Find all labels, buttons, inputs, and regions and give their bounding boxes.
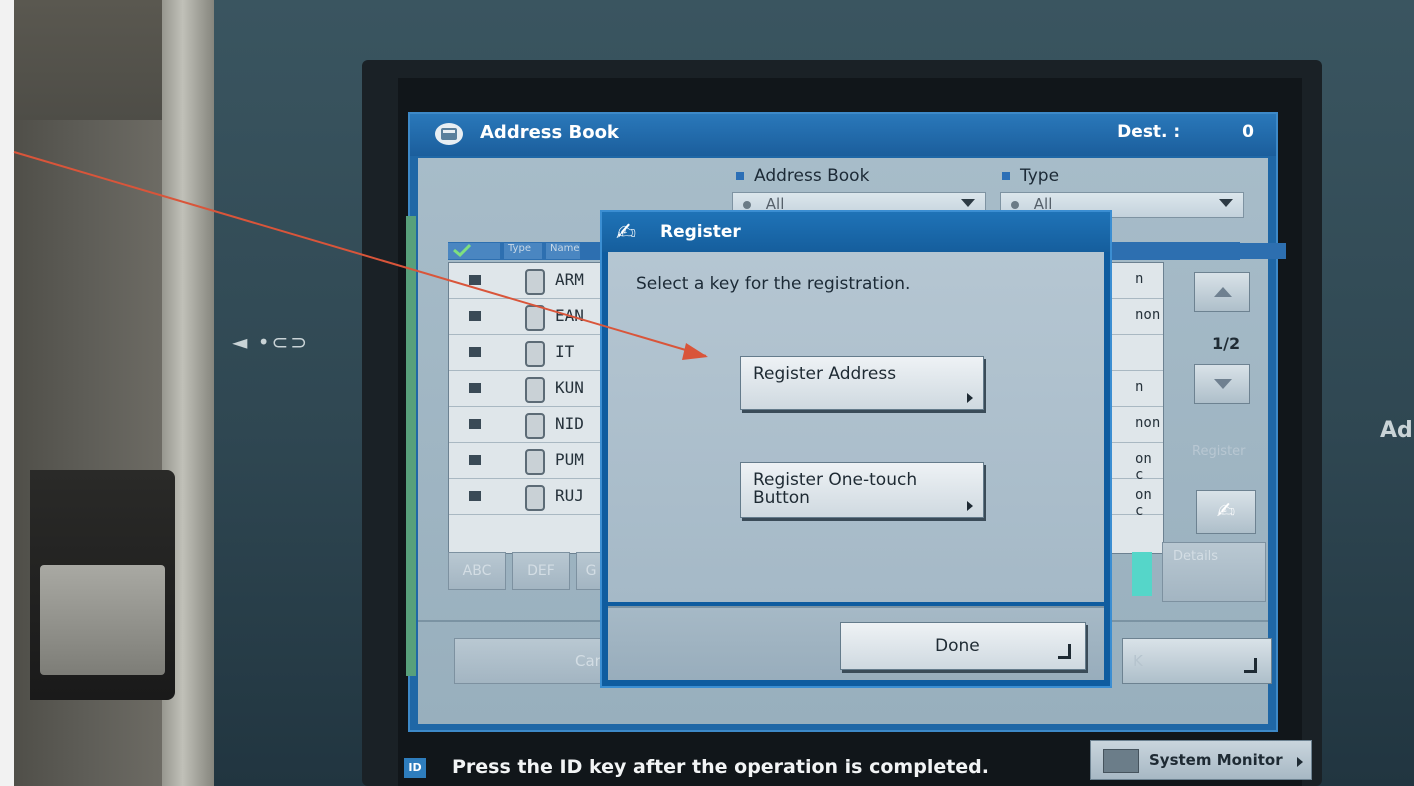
page-indicator: 1/2: [1212, 334, 1241, 353]
pen-icon: ✍: [616, 218, 637, 246]
enter-icon: [1244, 658, 1257, 673]
arrow-up-icon: [1214, 287, 1232, 297]
register-label: Register: [1192, 444, 1246, 459]
checkbox[interactable]: [469, 275, 481, 285]
register-dialog: ✍ Register Select a key for the registra…: [600, 210, 1112, 688]
destination-counter: Dest. : 0: [1117, 122, 1254, 142]
checkbox[interactable]: [469, 311, 481, 321]
system-monitor-icon: [1103, 749, 1139, 773]
register-dialog-message: Select a key for the registration.: [636, 274, 911, 294]
system-monitor-label: System Monitor: [1149, 751, 1283, 769]
arrow-down-icon: [1214, 379, 1232, 389]
dest-count: 0: [1242, 122, 1254, 142]
tab-def[interactable]: DEF: [512, 552, 570, 590]
entry-detail: non: [1135, 415, 1161, 431]
register-one-touch-label-line2: Button: [753, 488, 810, 508]
entry-detail: on c: [1135, 487, 1152, 519]
bullet-icon: [736, 172, 744, 180]
dropdown-dot-icon: [1011, 201, 1019, 209]
register-one-touch-label-line1: Register One-touch: [753, 470, 918, 490]
entry-name: ARM: [555, 270, 584, 289]
tab-abc[interactable]: ABC: [448, 552, 506, 590]
column-header-type[interactable]: Type: [504, 243, 542, 259]
address-entry-icon: [525, 449, 545, 475]
address-entry-icon: [525, 305, 545, 331]
column-header-name[interactable]: Name: [546, 243, 580, 259]
column-header-blank: [1218, 243, 1286, 259]
entry-name: NID: [555, 414, 584, 433]
entry-detail: non: [1135, 307, 1161, 323]
register-button[interactable]: ✍: [1196, 490, 1256, 534]
dropdown-dot-icon: [743, 201, 751, 209]
chevron-down-icon: [961, 199, 975, 207]
enter-icon: [1058, 644, 1071, 659]
checkbox[interactable]: [469, 455, 481, 465]
address-entry-icon: [525, 269, 545, 295]
entry-name: KUN: [555, 378, 584, 397]
select-all-checkbox[interactable]: [448, 243, 500, 259]
checkbox[interactable]: [469, 419, 481, 429]
type-filter-label: Type: [1002, 166, 1059, 186]
address-book-titlebar: Address Book Dest. : 0: [410, 114, 1276, 156]
system-monitor-button[interactable]: System Monitor: [1090, 740, 1312, 780]
register-dialog-body: Select a key for the registration. Regis…: [608, 252, 1104, 602]
pen-icon: ✍: [1216, 499, 1236, 524]
scroll-down-button[interactable]: [1194, 364, 1250, 404]
ok-button[interactable]: K: [1122, 638, 1272, 684]
dest-label: Dest. :: [1117, 122, 1181, 142]
usb-port-icon: ◄ •⊂⊃: [232, 330, 310, 354]
ok-label: K: [1133, 652, 1143, 670]
entry-detail: n: [1135, 271, 1144, 287]
address-entry-icon: [525, 413, 545, 439]
address-book-icon: [432, 120, 468, 148]
arrow-right-icon: [967, 393, 973, 403]
chevron-down-icon: [1219, 199, 1233, 207]
green-side-accent: [406, 216, 416, 676]
register-dialog-title: Register: [660, 222, 741, 242]
id-key-badge: ID: [404, 758, 426, 778]
done-button[interactable]: Done: [840, 622, 1086, 670]
paper-tray-insert: [40, 565, 165, 675]
entry-name: RUJ: [555, 486, 584, 505]
selection-indicator: [1132, 552, 1152, 596]
panel-side-text: Ad: [1380, 418, 1413, 443]
address-entry-icon: [525, 341, 545, 367]
address-entry-icon: [525, 377, 545, 403]
entry-detail: n: [1135, 379, 1144, 395]
register-address-button[interactable]: Register Address: [740, 356, 984, 410]
arrow-right-icon: [967, 501, 973, 511]
entry-name: IT: [555, 342, 575, 361]
scroll-up-button[interactable]: [1194, 272, 1250, 312]
address-entry-icon: [525, 485, 545, 511]
register-address-label: Register Address: [753, 364, 897, 384]
entry-name: PUM: [555, 450, 584, 469]
checkbox[interactable]: [469, 383, 481, 393]
white-edge-strip: [0, 0, 14, 786]
bullet-icon: [1002, 172, 1010, 180]
register-one-touch-button[interactable]: Register One-touch Button: [740, 462, 984, 518]
address-book-filter-label: Address Book: [736, 166, 869, 186]
register-dialog-titlebar: ✍ Register: [602, 212, 1110, 252]
arrow-right-icon: [1297, 757, 1303, 767]
checkbox[interactable]: [469, 347, 481, 357]
address-book-title: Address Book: [480, 122, 619, 143]
column-header-blank: [1148, 243, 1214, 259]
register-dialog-footer: Done: [608, 606, 1104, 680]
status-message: Press the ID key after the operation is …: [452, 756, 990, 778]
done-label: Done: [935, 636, 980, 656]
details-button[interactable]: Details: [1162, 542, 1266, 602]
checkbox[interactable]: [469, 491, 481, 501]
entry-name: EAN: [555, 306, 584, 325]
